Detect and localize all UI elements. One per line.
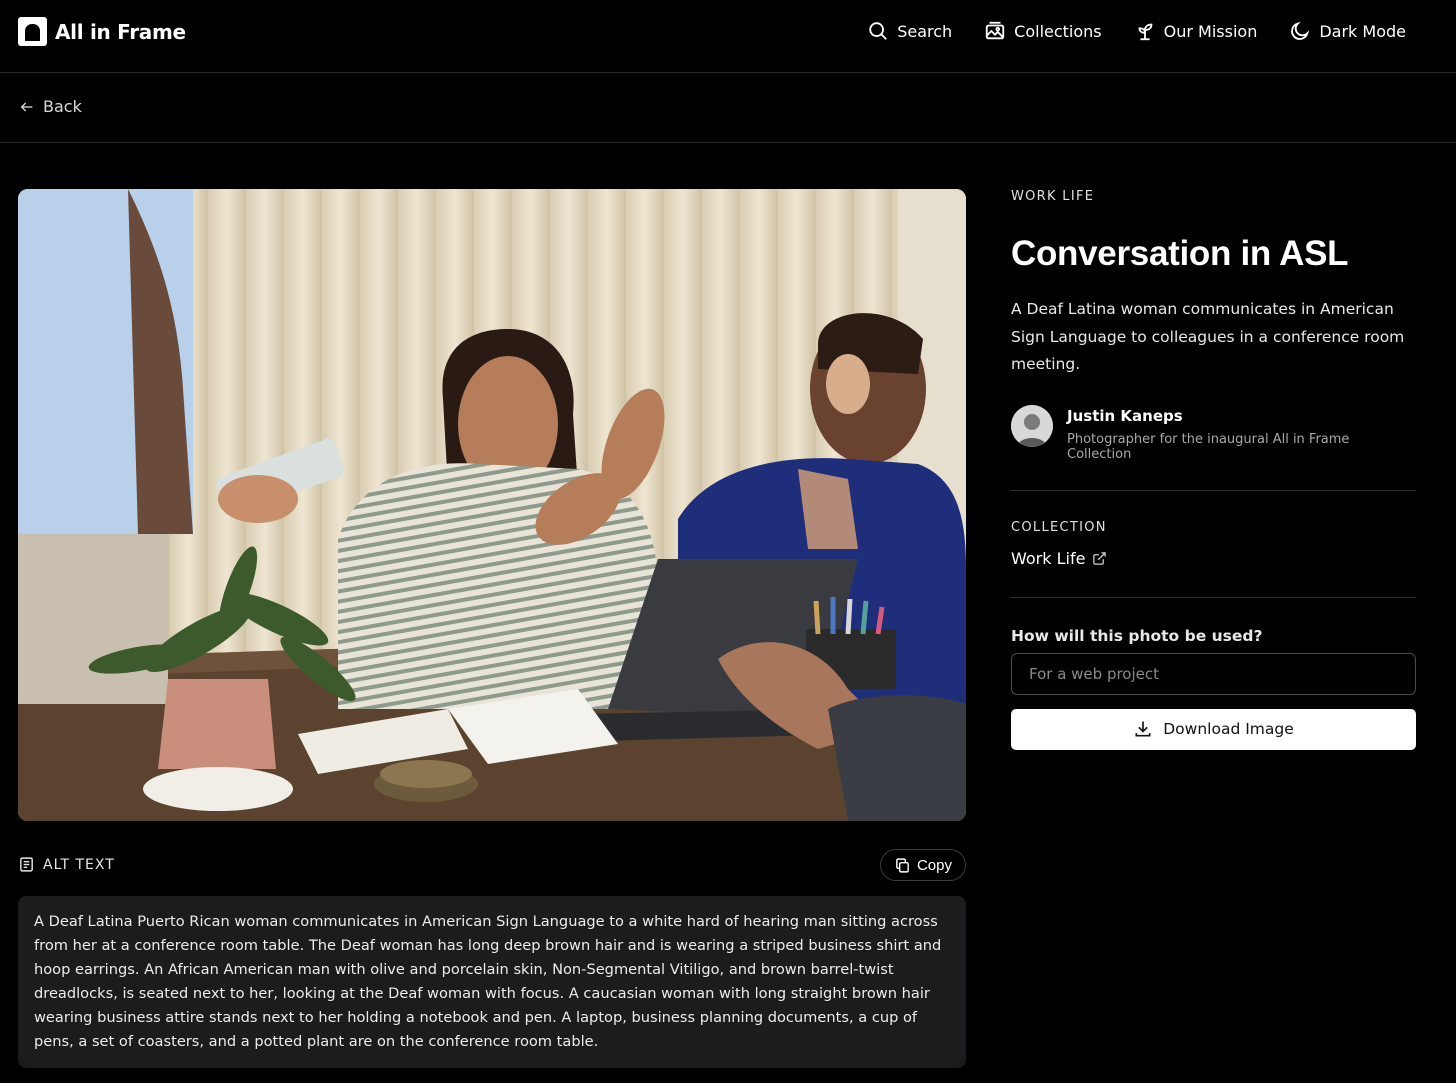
document-icon [20, 857, 33, 872]
top-navigation: All in Frame Search Collections Our Miss… [0, 0, 1456, 73]
author-block: Justin Kaneps Photographer for the inaug… [1011, 404, 1416, 462]
images-icon [985, 21, 1005, 40]
brand-name: All in Frame [55, 19, 186, 44]
copy-label: Copy [916, 856, 952, 874]
nav-dark-mode-label: Dark Mode [1319, 21, 1406, 41]
brand-logo[interactable]: All in Frame [18, 17, 186, 46]
back-bar: Back [0, 73, 1456, 143]
search-icon [869, 22, 888, 40]
nav-search-label: Search [897, 21, 953, 41]
photo-title: Conversation in ASL [1011, 234, 1349, 273]
author-name: Justin Kaneps [1067, 406, 1183, 425]
moon-icon [1291, 21, 1310, 40]
alt-text-heading: ALT TEXT [18, 856, 115, 873]
usage-label: How will this photo be used? [1011, 626, 1263, 645]
logo-frame-icon [18, 17, 47, 46]
nav-dark-mode[interactable]: Dark Mode [1289, 20, 1406, 42]
nav-collections[interactable]: Collections [984, 20, 1102, 42]
main-nav: Search Collections Our Mission Dark Mode [867, 20, 1406, 42]
collection-name: Work Life [1011, 548, 1086, 568]
author-role: Photographer for the inaugural All in Fr… [1067, 431, 1350, 462]
nav-search[interactable]: Search [867, 20, 952, 42]
divider [1011, 596, 1416, 598]
nav-collections-label: Collections [1014, 21, 1102, 41]
back-link[interactable]: Back [19, 97, 82, 116]
download-icon [1135, 721, 1151, 737]
collection-link[interactable]: Work Life [1011, 549, 1416, 568]
download-button[interactable]: Download Image [1011, 708, 1416, 750]
hero-photo [18, 189, 966, 821]
nav-our-mission[interactable]: Our Mission [1134, 20, 1258, 42]
back-label: Back [43, 97, 82, 116]
divider [1011, 489, 1416, 491]
collection-label: COLLECTION [1011, 519, 1107, 535]
arrow-left-icon [20, 102, 33, 111]
photo-category: WORK LIFE [1011, 189, 1095, 204]
alt-text-header: ALT TEXT Copy [18, 849, 966, 881]
alt-text-label: ALT TEXT [43, 856, 115, 873]
photo-illustration [18, 189, 966, 821]
usage-input[interactable] [1011, 652, 1416, 695]
nav-our-mission-label: Our Mission [1163, 21, 1258, 41]
external-link-icon [1093, 551, 1107, 565]
alt-text-body: A Deaf Latina Puerto Rican woman communi… [18, 896, 966, 1068]
photo-details: WORK LIFE Conversation in ASL A Deaf Lat… [1011, 189, 1416, 750]
copy-icon [896, 857, 909, 873]
copy-button[interactable]: Copy [879, 849, 966, 881]
sprout-icon [1138, 23, 1152, 41]
avatar [1011, 404, 1053, 447]
photo-description: A Deaf Latina woman communicates in Amer… [1011, 300, 1405, 373]
download-label: Download Image [1163, 720, 1294, 738]
